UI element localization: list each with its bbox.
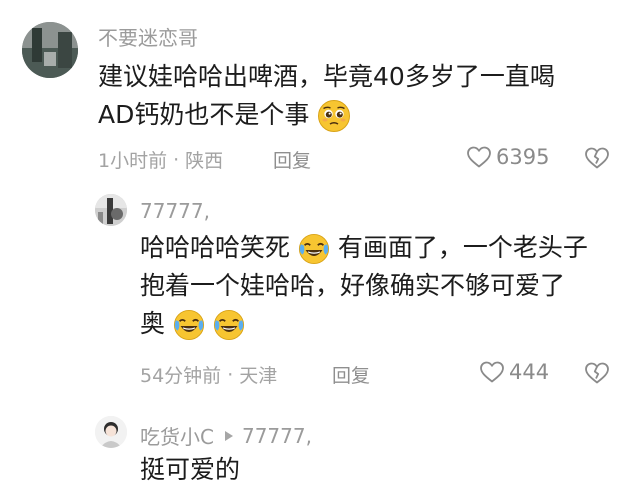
meta-separator: · <box>173 148 180 171</box>
comment-line-text: AD钙奶也不是个事 <box>98 100 310 129</box>
comment-line: 建议娃哈哈出啤酒，毕竟40多岁了一直喝 <box>98 62 555 91</box>
reply-meta: 54分钟前 · 天津 <box>140 361 277 388</box>
avatar[interactable] <box>22 22 78 78</box>
meta-separator: · <box>227 363 234 386</box>
like-button[interactable]: 444 <box>479 360 549 384</box>
tears-of-joy-icon <box>213 309 244 341</box>
play-arrow-icon <box>224 430 233 441</box>
reply-username[interactable]: 吃货小C 77777, <box>140 421 312 450</box>
reply-username[interactable]: 77777, <box>140 199 210 223</box>
avatar[interactable] <box>95 416 127 448</box>
reply-line: 挺可爱的 <box>140 455 241 483</box>
avatar-image <box>95 416 127 448</box>
like-count: 6395 <box>496 145 550 169</box>
comment-meta: 1小时前 · 陕西 <box>98 146 223 173</box>
reply-text: 哈哈哈哈笑死 有画面了，一个老头子 抱着一个娃哈哈，好像确实不够可爱了 奥 <box>140 229 588 343</box>
tears-of-joy-icon <box>173 309 205 341</box>
reply-location: 天津 <box>239 365 278 387</box>
avatar-image <box>95 194 127 226</box>
reply-text: 挺可爱的 <box>140 451 240 483</box>
reply-line-with-emoji: 奥 <box>140 305 588 343</box>
comment-text: 建议娃哈哈出啤酒，毕竟40多岁了一直喝 AD钙奶也不是个事 <box>98 58 555 134</box>
reply-target[interactable]: 77777, <box>242 424 312 448</box>
comment-time: 1小时前 <box>98 150 168 172</box>
reply-time: 54分钟前 <box>140 365 222 387</box>
tears-of-joy-icon <box>298 233 330 265</box>
avatar[interactable] <box>95 194 127 226</box>
avatar-image <box>22 22 78 78</box>
like-count: 444 <box>509 360 550 384</box>
heart-icon <box>467 146 491 168</box>
comment-location: 陕西 <box>185 150 224 172</box>
reply-button[interactable]: 回复 <box>332 361 370 388</box>
heart-icon <box>480 361 504 383</box>
reply-line-with-emoji: 哈哈哈哈笑死 有画面了，一个老头子 <box>140 229 588 267</box>
dislike-button[interactable] <box>584 146 610 174</box>
comment-username[interactable]: 不要迷恋哥 <box>98 22 198 51</box>
reply-button[interactable]: 回复 <box>273 146 311 173</box>
reply-line: 抱着一个娃哈哈，好像确实不够可爱了 <box>140 271 566 300</box>
comment-line-with-emoji: AD钙奶也不是个事 <box>98 96 555 134</box>
reply-line-text: 奥 <box>140 309 166 338</box>
pleading-face-icon <box>318 100 351 132</box>
reply-line-text: 有画面了，一个老头子 <box>337 233 588 262</box>
broken-heart-icon <box>585 147 609 169</box>
dislike-button[interactable] <box>584 361 610 389</box>
reply-line-text: 哈哈哈哈笑死 <box>140 233 291 262</box>
broken-heart-icon <box>585 362 609 384</box>
reply-author[interactable]: 吃货小C <box>140 421 214 450</box>
like-button[interactable]: 6395 <box>466 145 549 169</box>
